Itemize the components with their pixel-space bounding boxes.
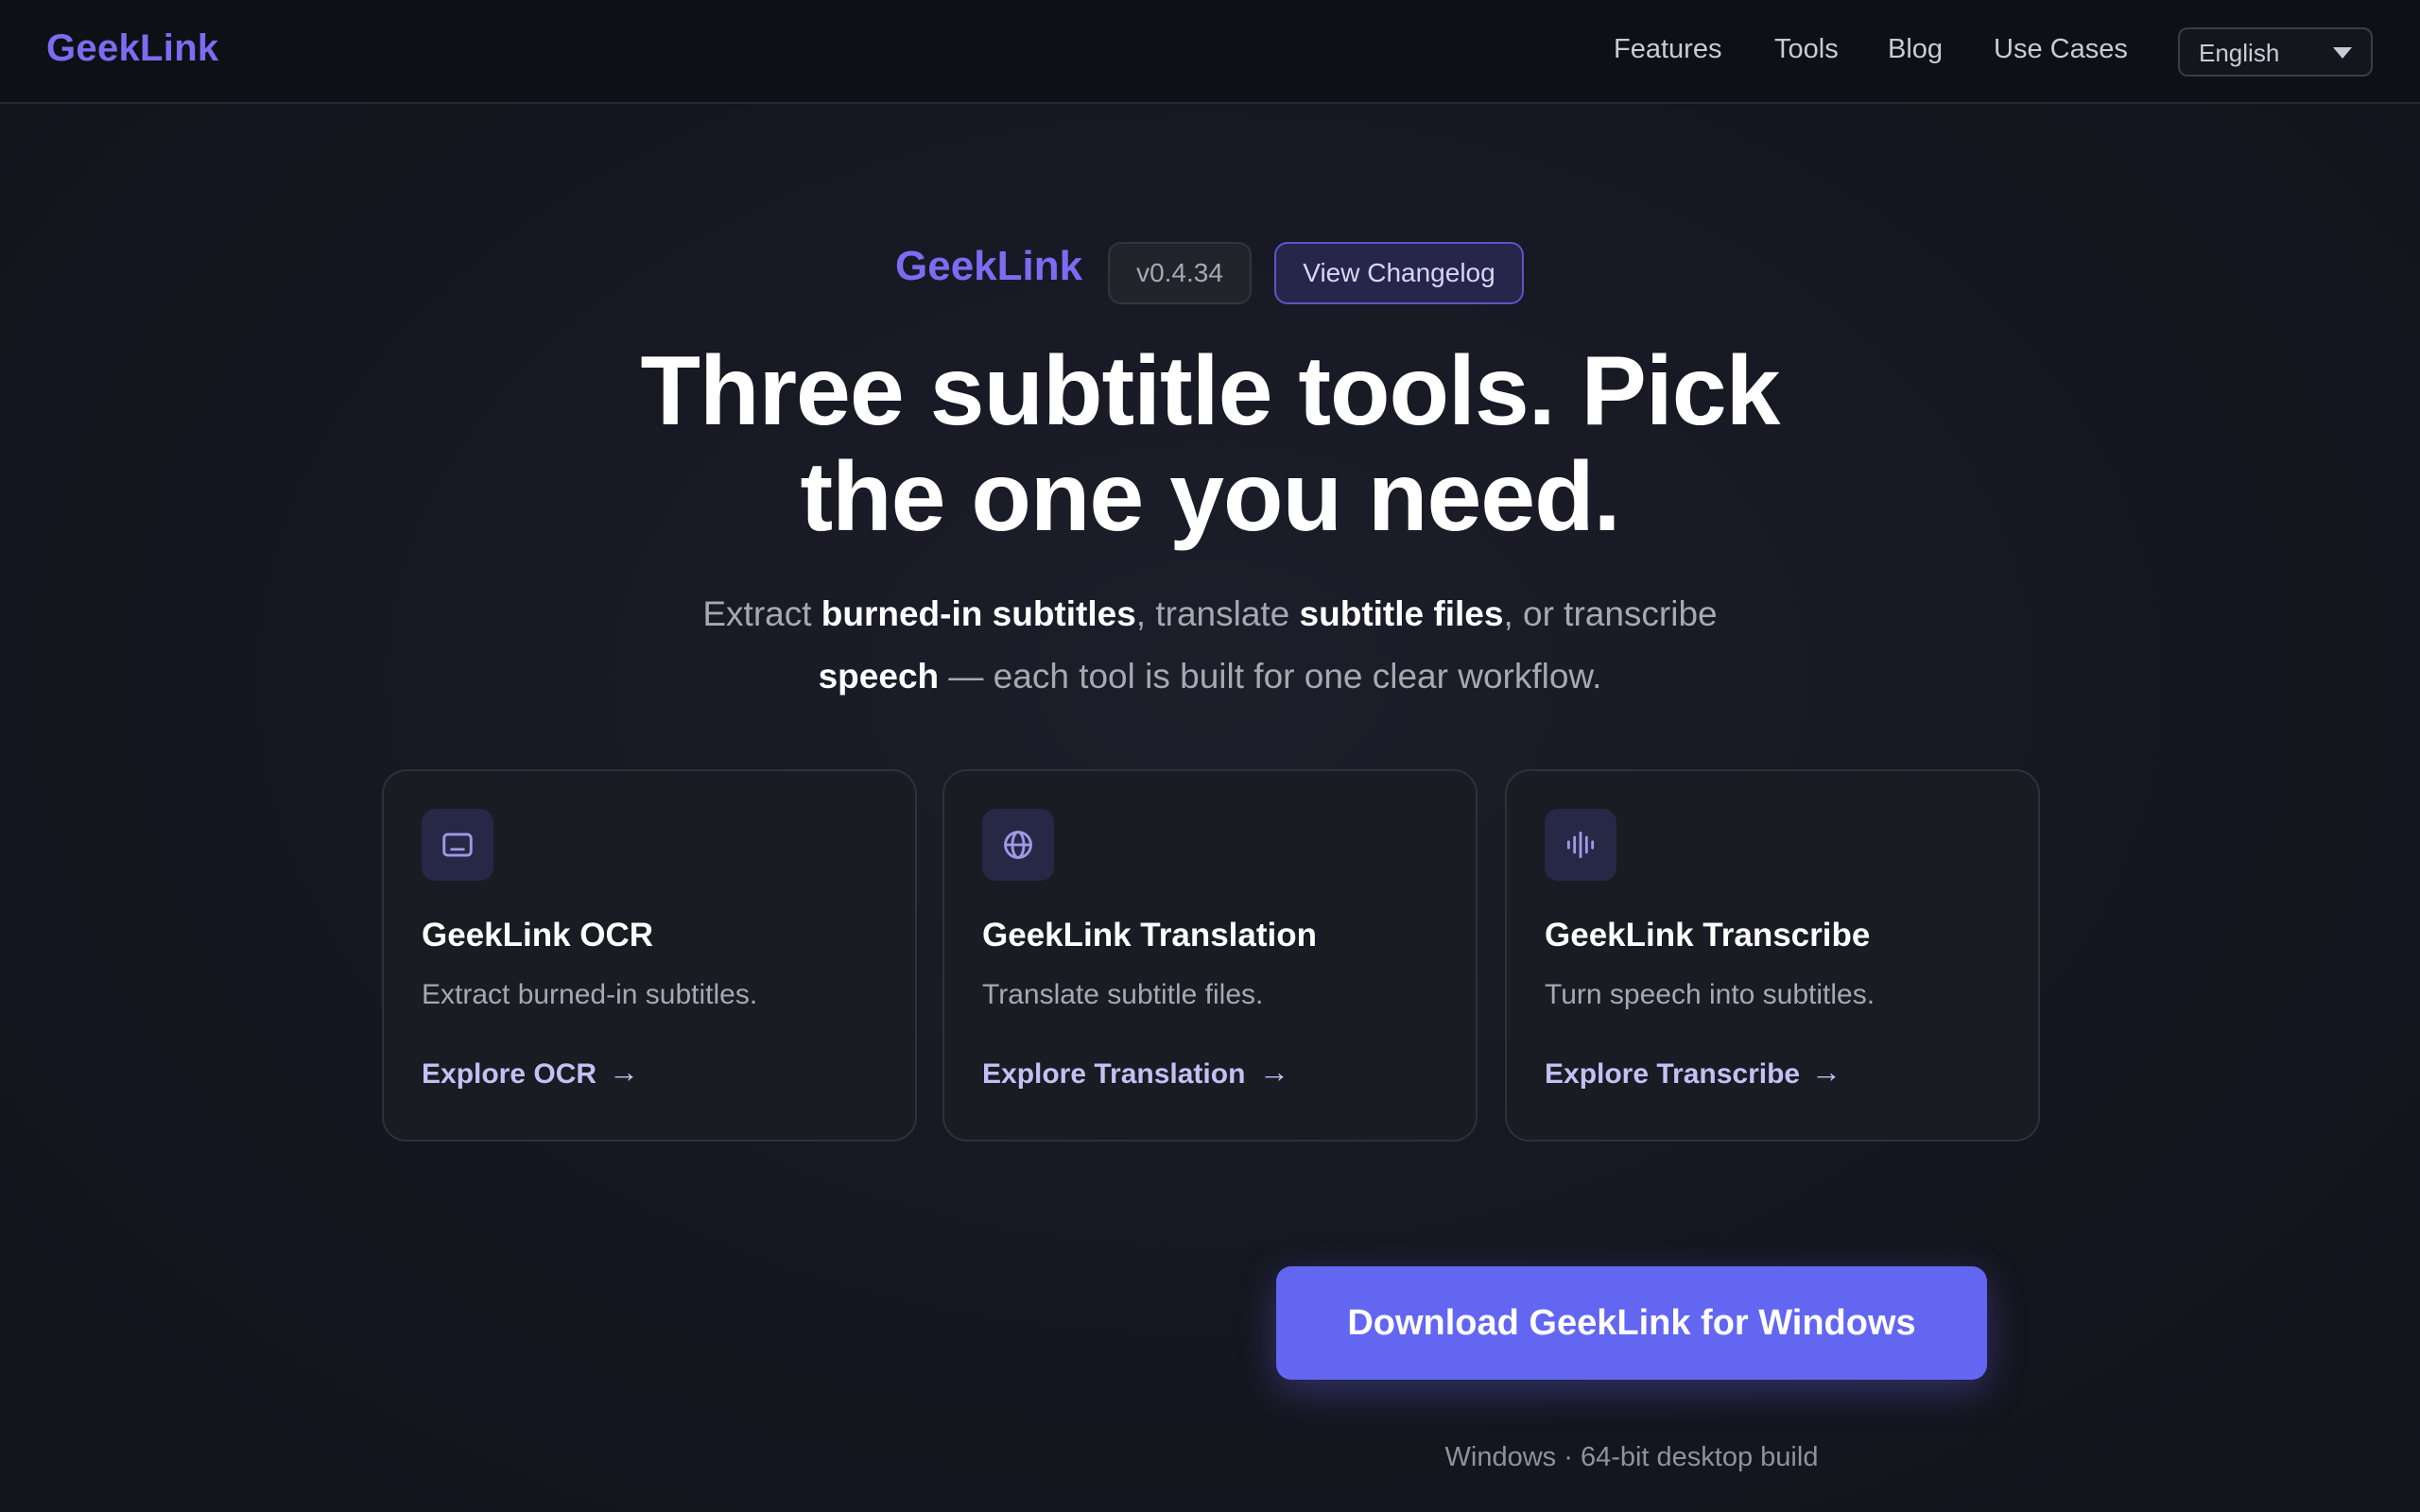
top-navbar: GeekLink Features Tools Blog Use Cases E… xyxy=(0,0,2420,104)
sub-text-4: — each tool is built for one clear workf… xyxy=(939,657,1602,696)
globe-icon xyxy=(982,809,1054,881)
headline-line-2: the one you need. xyxy=(800,442,1620,552)
nav-link-tools[interactable]: Tools xyxy=(1774,34,1839,65)
sub-emphasis-burned-in: burned-in subtitles xyxy=(821,594,1136,633)
language-select-value: English xyxy=(2199,39,2280,67)
explore-ocr-link[interactable]: Explore OCR xyxy=(422,1058,596,1091)
subtitle-box-icon xyxy=(422,809,493,881)
view-changelog-button[interactable]: View Changelog xyxy=(1274,242,1524,304)
waveform-icon xyxy=(1545,809,1616,881)
hero-subtitle: Extract burned-in subtitles, translate s… xyxy=(596,583,1824,708)
download-windows-button[interactable]: Download GeekLink for Windows xyxy=(1276,1266,1987,1380)
tool-card-transcribe[interactable]: GeekLink Transcribe Turn speech into sub… xyxy=(1505,769,2040,1142)
arrow-right-icon: → xyxy=(1811,1055,1841,1089)
sub-emphasis-subtitle-files: subtitle files xyxy=(1299,594,1504,633)
build-note: Windows · 64-bit desktop build xyxy=(1444,1442,1819,1472)
hero-brand: GeekLink xyxy=(895,243,1083,289)
page-title: Three subtitle tools. Pick the one you n… xyxy=(501,338,1919,550)
version-badge: v0.4.34 xyxy=(1108,242,1252,304)
explore-transcribe-link[interactable]: Explore Transcribe xyxy=(1545,1058,1800,1091)
tool-card-translation[interactable]: GeekLink Translation Translate subtitle … xyxy=(942,769,1478,1142)
arrow-right-icon: → xyxy=(609,1055,639,1089)
sub-text-3: , or transcribe xyxy=(1503,594,1718,633)
card-description: Translate subtitle files. xyxy=(982,979,1264,1010)
nav-link-use-cases[interactable]: Use Cases xyxy=(1994,34,2128,65)
nav-link-blog[interactable]: Blog xyxy=(1888,34,1943,65)
card-description: Turn speech into subtitles. xyxy=(1545,979,1876,1010)
card-title: GeekLink Transcribe xyxy=(1545,917,1871,954)
sub-text-1: Extract xyxy=(702,594,821,633)
tool-card-ocr[interactable]: GeekLink OCR Extract burned-in subtitles… xyxy=(382,769,917,1142)
chevron-down-icon xyxy=(2333,47,2352,59)
explore-translation-link[interactable]: Explore Translation xyxy=(982,1058,1245,1091)
card-title: GeekLink OCR xyxy=(422,917,654,954)
sub-emphasis-speech: speech xyxy=(818,657,940,696)
header-logo[interactable]: GeekLink xyxy=(46,27,218,70)
sub-text-2: , translate xyxy=(1135,594,1300,633)
language-select[interactable]: English xyxy=(2178,27,2373,77)
nav-link-features[interactable]: Features xyxy=(1614,34,1721,65)
card-title: GeekLink Translation xyxy=(982,917,1317,954)
card-description: Extract burned-in subtitles. xyxy=(422,979,758,1010)
arrow-right-icon: → xyxy=(1259,1055,1289,1089)
headline-line-1: Three subtitle tools. Pick xyxy=(640,336,1781,446)
